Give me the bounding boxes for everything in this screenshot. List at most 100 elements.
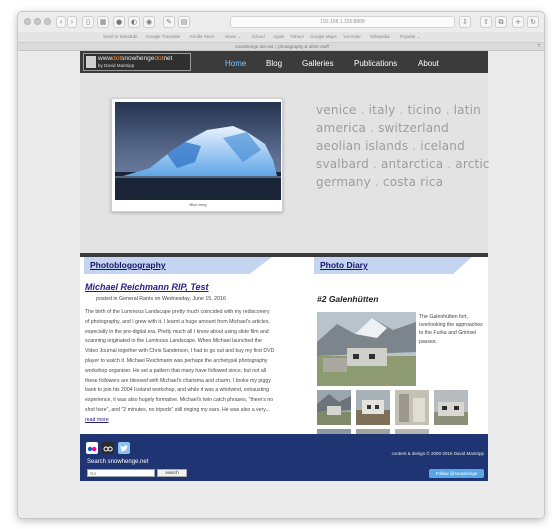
destination-line: svalbard. antarctica. arctic — [316, 157, 490, 175]
destination-separator: . — [370, 121, 375, 135]
search-button[interactable]: search — [157, 469, 187, 477]
destination-link[interactable]: ticino — [407, 103, 441, 117]
destination-link[interactable]: iceland — [420, 139, 465, 153]
destination-link[interactable]: arctic — [455, 157, 489, 171]
new-window-icon[interactable]: + — [512, 16, 524, 28]
photo-diary-heading[interactable]: Photo Diary — [320, 260, 368, 270]
bookmark-item[interactable]: Popular ⌄ — [400, 34, 421, 40]
new-tab-icon[interactable]: + — [535, 43, 543, 50]
address-bar-url: 192.168.1.156:8888 — [320, 19, 365, 25]
nav-about[interactable]: About — [418, 59, 439, 68]
destination-separator: . — [372, 157, 377, 171]
logo-mark-icon — [86, 56, 96, 68]
post-meta: posted in General Rants on Wednesday, Ju… — [96, 296, 226, 302]
post-excerpt: The birth of the Luminous Landscape pret… — [85, 308, 275, 426]
post-title[interactable]: Michael Reichmann RIP, Test — [85, 282, 209, 292]
diary-thumbnail[interactable] — [434, 390, 468, 425]
browser-toolbar: ‹ › ▯ ▦ ● ◐ ◉ ✎ ▤ 192.168.1.156:8888 ⇩ ⇧… — [18, 12, 544, 32]
destination-link[interactable]: latin — [454, 103, 481, 117]
diary-thumbnail[interactable] — [356, 390, 390, 425]
sidebar-icon[interactable]: ▯ — [82, 16, 94, 28]
search-label: Search snowhenge.net — [87, 459, 149, 465]
photoblog-heading[interactable]: Photoblogography — [90, 260, 166, 270]
extension-icon[interactable]: ● — [113, 16, 125, 28]
share-icon[interactable]: ⇧ — [480, 16, 492, 28]
bookmark-item[interactable]: Apple — [273, 34, 285, 39]
flickr-icon[interactable] — [86, 442, 98, 454]
destination-line: aeolian islands. iceland — [316, 139, 488, 157]
site-logo[interactable]: wwwdotsnowhengedotnet by David Mantripp — [83, 53, 191, 71]
site-container: wwwdotsnowhengedotnet by David Mantripp … — [80, 51, 490, 481]
site-header: wwwdotsnowhengedotnet by David Mantripp … — [80, 51, 488, 73]
destination-separator: . — [399, 103, 404, 117]
tab-title: snowhenge dot net :: photography & other… — [235, 44, 329, 49]
search-input[interactable] — [87, 469, 155, 477]
zoom-window-icon[interactable] — [44, 18, 51, 25]
destination-link[interactable]: antarctica — [381, 157, 443, 171]
destination-line: america. switzerland — [316, 121, 488, 139]
pin-icon[interactable]: ✎ — [163, 16, 175, 28]
browser-window: ‹ › ▯ ▦ ● ◐ ◉ ✎ ▤ 192.168.1.156:8888 ⇩ ⇧… — [17, 11, 545, 519]
bookmark-item[interactable]: Google Maps — [310, 34, 337, 39]
destination-link[interactable]: svalbard — [316, 157, 369, 171]
bookmark-item[interactable]: Yahoo! — [290, 34, 304, 39]
copyright-text: content & design © 2000-2016 David Mantr… — [391, 451, 484, 456]
twitter-icon[interactable] — [118, 442, 130, 454]
follow-twitter-button[interactable]: Follow @snowhenge — [429, 469, 484, 478]
bookmark-item[interactable]: Google Translate — [146, 34, 180, 39]
reload-icon[interactable]: ↻ — [527, 16, 539, 28]
privacy-icon[interactable]: ◉ — [143, 16, 155, 28]
close-window-icon[interactable] — [24, 18, 31, 25]
destination-link[interactable]: america — [316, 121, 366, 135]
minimize-window-icon[interactable] — [34, 18, 41, 25]
destination-link[interactable]: costa rica — [383, 175, 443, 189]
nav-galleries[interactable]: Galleries — [302, 59, 334, 68]
browser-tab[interactable]: snowhenge dot net :: photography & other… — [18, 42, 544, 51]
photo-diary-heading-tab: Photo Diary — [314, 257, 472, 274]
bookmark-item[interactable]: Wikipedia — [370, 34, 390, 39]
destination-links: venice. italy. ticino. latin america. switze… — [316, 103, 490, 193]
destination-line: venice. italy. ticino. latin — [316, 103, 488, 121]
destination-link[interactable]: germany — [316, 175, 371, 189]
bookmark-item[interactable]: News ⌄ — [225, 34, 241, 40]
bookmark-item[interactable]: iCloud — [252, 34, 265, 39]
logo-wordmark: wwwdotsnowhengedotnet — [98, 55, 173, 62]
destination-separator: . — [447, 157, 452, 171]
destination-link[interactable]: italy — [369, 103, 396, 117]
forward-icon[interactable]: › — [67, 16, 77, 28]
site-footer: content & design © 2000-2016 David Mantr… — [80, 434, 488, 481]
destination-link[interactable]: venice — [316, 103, 357, 117]
diary-main-photo[interactable] — [317, 312, 416, 386]
nav-home[interactable]: Home — [225, 59, 246, 68]
diary-thumbnail[interactable] — [395, 390, 429, 425]
back-icon[interactable]: ‹ — [56, 16, 66, 28]
download-icon[interactable]: ⇩ — [459, 16, 471, 28]
featured-photo[interactable]: Blue berg — [111, 98, 283, 212]
hero-section: Blue berg venice. italy. ticino. latin amer… — [80, 73, 490, 253]
destination-separator: . — [445, 103, 450, 117]
photo-caption: Blue berg — [189, 202, 207, 207]
destination-line: germany. costa rica — [316, 175, 488, 193]
read-more-link[interactable]: read more — [85, 417, 109, 423]
tabs-overview-icon[interactable]: ⧉ — [495, 16, 507, 28]
destination-link[interactable]: aeolian islands — [316, 139, 408, 153]
diary-entry-description: The Galenhütten fort, overlooking the ap… — [419, 314, 483, 345]
reader-icon[interactable]: ◐ — [128, 16, 140, 28]
bookmark-item[interactable]: Send to MarsEdit — [103, 34, 138, 39]
destination-separator: . — [374, 175, 379, 189]
top-sites-icon[interactable]: ▦ — [97, 16, 109, 28]
diary-thumbnail[interactable] — [317, 390, 351, 425]
address-bar[interactable]: 192.168.1.156:8888 — [230, 16, 455, 28]
destination-separator: . — [360, 103, 365, 117]
pages-icon[interactable]: ▤ — [178, 16, 190, 28]
bookmark-item[interactable]: Kindle Store — [190, 34, 215, 39]
500px-icon[interactable] — [102, 442, 114, 454]
diary-entry-title: #2 Galenhütten — [317, 294, 379, 304]
logo-byline: by David Mantripp — [98, 63, 135, 68]
destination-separator: . — [412, 139, 417, 153]
nav-blog[interactable]: Blog — [266, 59, 282, 68]
post-body-text: The birth of the Luminous Landscape pret… — [85, 309, 275, 413]
nav-publications[interactable]: Publications — [354, 59, 397, 68]
bookmark-item[interactable]: YouTube — [343, 34, 361, 39]
destination-link[interactable]: switzerland — [378, 121, 449, 135]
